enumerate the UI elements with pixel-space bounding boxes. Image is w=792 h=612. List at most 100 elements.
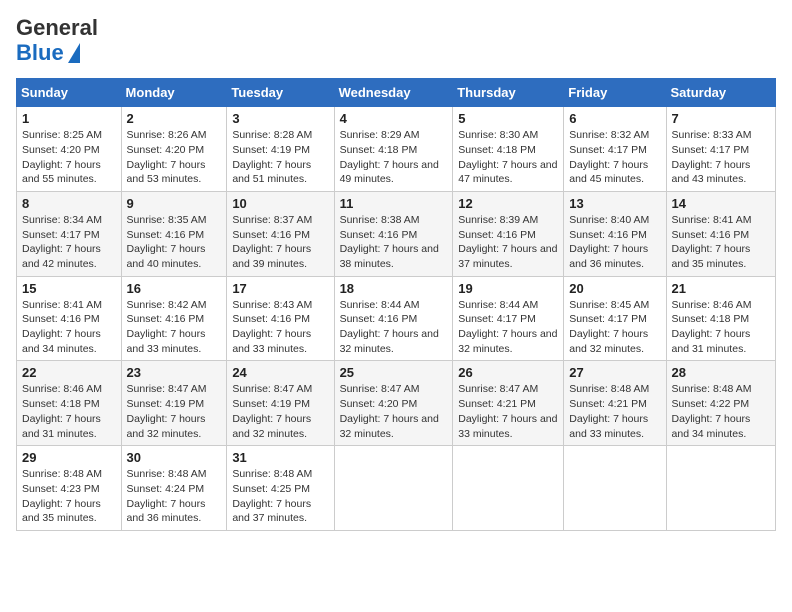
calendar-cell: 28 Sunrise: 8:48 AM Sunset: 4:22 PM Dayl… [666, 361, 775, 446]
day-number: 12 [458, 196, 558, 211]
calendar-cell: 6 Sunrise: 8:32 AM Sunset: 4:17 PM Dayli… [564, 107, 666, 192]
day-number: 14 [672, 196, 770, 211]
calendar-cell: 2 Sunrise: 8:26 AM Sunset: 4:20 PM Dayli… [121, 107, 227, 192]
day-number: 23 [127, 365, 222, 380]
calendar-cell: 19 Sunrise: 8:44 AM Sunset: 4:17 PM Dayl… [453, 276, 564, 361]
calendar-header-friday: Friday [564, 79, 666, 107]
calendar-header-monday: Monday [121, 79, 227, 107]
page-header: General Blue [16, 16, 776, 66]
calendar-header-saturday: Saturday [666, 79, 775, 107]
day-number: 8 [22, 196, 116, 211]
day-info: Sunrise: 8:48 AM Sunset: 4:23 PM Dayligh… [22, 467, 116, 526]
logo-blue: Blue [16, 40, 64, 66]
calendar-cell: 29 Sunrise: 8:48 AM Sunset: 4:23 PM Dayl… [17, 446, 122, 531]
day-number: 17 [232, 281, 328, 296]
day-info: Sunrise: 8:39 AM Sunset: 4:16 PM Dayligh… [458, 213, 558, 272]
logo: General Blue [16, 16, 98, 66]
day-info: Sunrise: 8:37 AM Sunset: 4:16 PM Dayligh… [232, 213, 328, 272]
day-info: Sunrise: 8:47 AM Sunset: 4:21 PM Dayligh… [458, 382, 558, 441]
day-info: Sunrise: 8:26 AM Sunset: 4:20 PM Dayligh… [127, 128, 222, 187]
calendar-header-row: SundayMondayTuesdayWednesdayThursdayFrid… [17, 79, 776, 107]
calendar-table: SundayMondayTuesdayWednesdayThursdayFrid… [16, 78, 776, 531]
calendar-week-3: 15 Sunrise: 8:41 AM Sunset: 4:16 PM Dayl… [17, 276, 776, 361]
day-number: 7 [672, 111, 770, 126]
calendar-week-5: 29 Sunrise: 8:48 AM Sunset: 4:23 PM Dayl… [17, 446, 776, 531]
day-info: Sunrise: 8:44 AM Sunset: 4:16 PM Dayligh… [340, 298, 448, 357]
calendar-cell: 22 Sunrise: 8:46 AM Sunset: 4:18 PM Dayl… [17, 361, 122, 446]
day-info: Sunrise: 8:48 AM Sunset: 4:24 PM Dayligh… [127, 467, 222, 526]
calendar-header-wednesday: Wednesday [334, 79, 453, 107]
logo-icon [68, 43, 80, 63]
calendar-cell: 9 Sunrise: 8:35 AM Sunset: 4:16 PM Dayli… [121, 191, 227, 276]
day-number: 16 [127, 281, 222, 296]
day-number: 26 [458, 365, 558, 380]
calendar-cell: 21 Sunrise: 8:46 AM Sunset: 4:18 PM Dayl… [666, 276, 775, 361]
calendar-cell: 30 Sunrise: 8:48 AM Sunset: 4:24 PM Dayl… [121, 446, 227, 531]
calendar-cell: 26 Sunrise: 8:47 AM Sunset: 4:21 PM Dayl… [453, 361, 564, 446]
calendar-cell: 24 Sunrise: 8:47 AM Sunset: 4:19 PM Dayl… [227, 361, 334, 446]
day-info: Sunrise: 8:29 AM Sunset: 4:18 PM Dayligh… [340, 128, 448, 187]
calendar-cell: 12 Sunrise: 8:39 AM Sunset: 4:16 PM Dayl… [453, 191, 564, 276]
day-info: Sunrise: 8:41 AM Sunset: 4:16 PM Dayligh… [22, 298, 116, 357]
day-info: Sunrise: 8:30 AM Sunset: 4:18 PM Dayligh… [458, 128, 558, 187]
day-number: 24 [232, 365, 328, 380]
calendar-cell: 13 Sunrise: 8:40 AM Sunset: 4:16 PM Dayl… [564, 191, 666, 276]
calendar-header-thursday: Thursday [453, 79, 564, 107]
day-info: Sunrise: 8:35 AM Sunset: 4:16 PM Dayligh… [127, 213, 222, 272]
day-info: Sunrise: 8:47 AM Sunset: 4:20 PM Dayligh… [340, 382, 448, 441]
day-info: Sunrise: 8:46 AM Sunset: 4:18 PM Dayligh… [22, 382, 116, 441]
day-number: 5 [458, 111, 558, 126]
day-info: Sunrise: 8:40 AM Sunset: 4:16 PM Dayligh… [569, 213, 660, 272]
day-info: Sunrise: 8:34 AM Sunset: 4:17 PM Dayligh… [22, 213, 116, 272]
day-info: Sunrise: 8:47 AM Sunset: 4:19 PM Dayligh… [232, 382, 328, 441]
day-number: 18 [340, 281, 448, 296]
day-info: Sunrise: 8:48 AM Sunset: 4:22 PM Dayligh… [672, 382, 770, 441]
day-number: 22 [22, 365, 116, 380]
day-number: 19 [458, 281, 558, 296]
day-number: 1 [22, 111, 116, 126]
day-number: 15 [22, 281, 116, 296]
calendar-header-sunday: Sunday [17, 79, 122, 107]
day-info: Sunrise: 8:28 AM Sunset: 4:19 PM Dayligh… [232, 128, 328, 187]
day-info: Sunrise: 8:32 AM Sunset: 4:17 PM Dayligh… [569, 128, 660, 187]
day-number: 25 [340, 365, 448, 380]
day-info: Sunrise: 8:48 AM Sunset: 4:21 PM Dayligh… [569, 382, 660, 441]
day-info: Sunrise: 8:46 AM Sunset: 4:18 PM Dayligh… [672, 298, 770, 357]
day-number: 28 [672, 365, 770, 380]
calendar-cell: 18 Sunrise: 8:44 AM Sunset: 4:16 PM Dayl… [334, 276, 453, 361]
calendar-cell: 4 Sunrise: 8:29 AM Sunset: 4:18 PM Dayli… [334, 107, 453, 192]
day-number: 13 [569, 196, 660, 211]
calendar-cell: 15 Sunrise: 8:41 AM Sunset: 4:16 PM Dayl… [17, 276, 122, 361]
calendar-cell: 17 Sunrise: 8:43 AM Sunset: 4:16 PM Dayl… [227, 276, 334, 361]
day-info: Sunrise: 8:47 AM Sunset: 4:19 PM Dayligh… [127, 382, 222, 441]
day-info: Sunrise: 8:41 AM Sunset: 4:16 PM Dayligh… [672, 213, 770, 272]
day-info: Sunrise: 8:33 AM Sunset: 4:17 PM Dayligh… [672, 128, 770, 187]
day-number: 10 [232, 196, 328, 211]
calendar-week-2: 8 Sunrise: 8:34 AM Sunset: 4:17 PM Dayli… [17, 191, 776, 276]
day-number: 31 [232, 450, 328, 465]
calendar-cell [666, 446, 775, 531]
calendar-cell: 16 Sunrise: 8:42 AM Sunset: 4:16 PM Dayl… [121, 276, 227, 361]
calendar-cell: 3 Sunrise: 8:28 AM Sunset: 4:19 PM Dayli… [227, 107, 334, 192]
day-number: 6 [569, 111, 660, 126]
day-info: Sunrise: 8:38 AM Sunset: 4:16 PM Dayligh… [340, 213, 448, 272]
calendar-week-1: 1 Sunrise: 8:25 AM Sunset: 4:20 PM Dayli… [17, 107, 776, 192]
day-info: Sunrise: 8:42 AM Sunset: 4:16 PM Dayligh… [127, 298, 222, 357]
day-info: Sunrise: 8:43 AM Sunset: 4:16 PM Dayligh… [232, 298, 328, 357]
calendar-cell [453, 446, 564, 531]
day-number: 9 [127, 196, 222, 211]
day-info: Sunrise: 8:45 AM Sunset: 4:17 PM Dayligh… [569, 298, 660, 357]
day-number: 4 [340, 111, 448, 126]
day-number: 27 [569, 365, 660, 380]
calendar-cell: 8 Sunrise: 8:34 AM Sunset: 4:17 PM Dayli… [17, 191, 122, 276]
calendar-week-4: 22 Sunrise: 8:46 AM Sunset: 4:18 PM Dayl… [17, 361, 776, 446]
calendar-cell: 5 Sunrise: 8:30 AM Sunset: 4:18 PM Dayli… [453, 107, 564, 192]
day-number: 2 [127, 111, 222, 126]
calendar-cell: 27 Sunrise: 8:48 AM Sunset: 4:21 PM Dayl… [564, 361, 666, 446]
calendar-cell: 31 Sunrise: 8:48 AM Sunset: 4:25 PM Dayl… [227, 446, 334, 531]
day-number: 29 [22, 450, 116, 465]
day-number: 30 [127, 450, 222, 465]
day-info: Sunrise: 8:48 AM Sunset: 4:25 PM Dayligh… [232, 467, 328, 526]
calendar-header-tuesday: Tuesday [227, 79, 334, 107]
calendar-cell: 7 Sunrise: 8:33 AM Sunset: 4:17 PM Dayli… [666, 107, 775, 192]
